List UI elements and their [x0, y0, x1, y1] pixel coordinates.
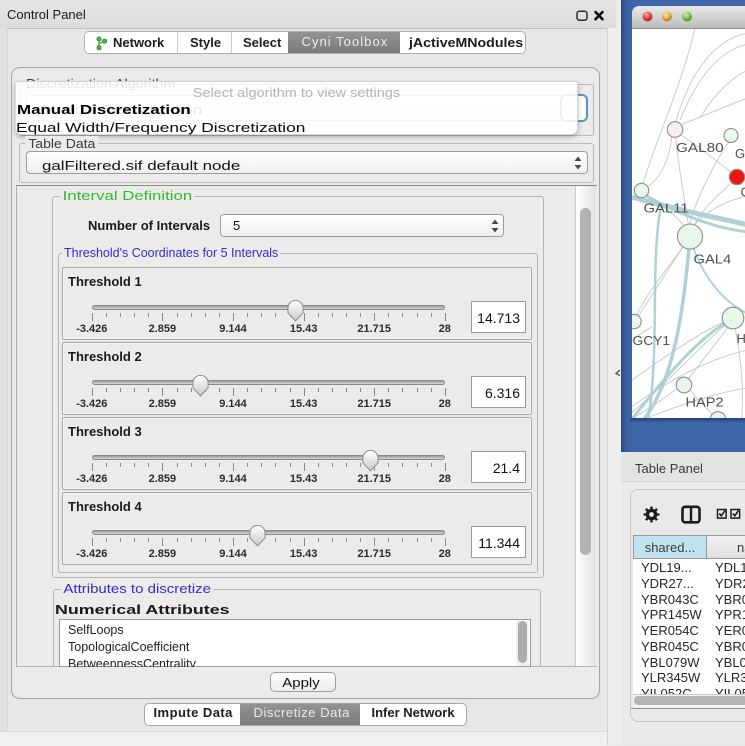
svg-text:GAL80: GAL80: [676, 140, 724, 155]
svg-text:GAL4: GAL4: [694, 251, 732, 266]
svg-text:HAP2: HAP2: [686, 395, 724, 410]
svg-text:C: C: [741, 185, 745, 200]
svg-text:GCY1: GCY1: [633, 333, 671, 348]
svg-text:GAL11: GAL11: [644, 201, 689, 216]
svg-text:GA: GA: [735, 146, 745, 161]
svg-text:H: H: [737, 331, 745, 346]
